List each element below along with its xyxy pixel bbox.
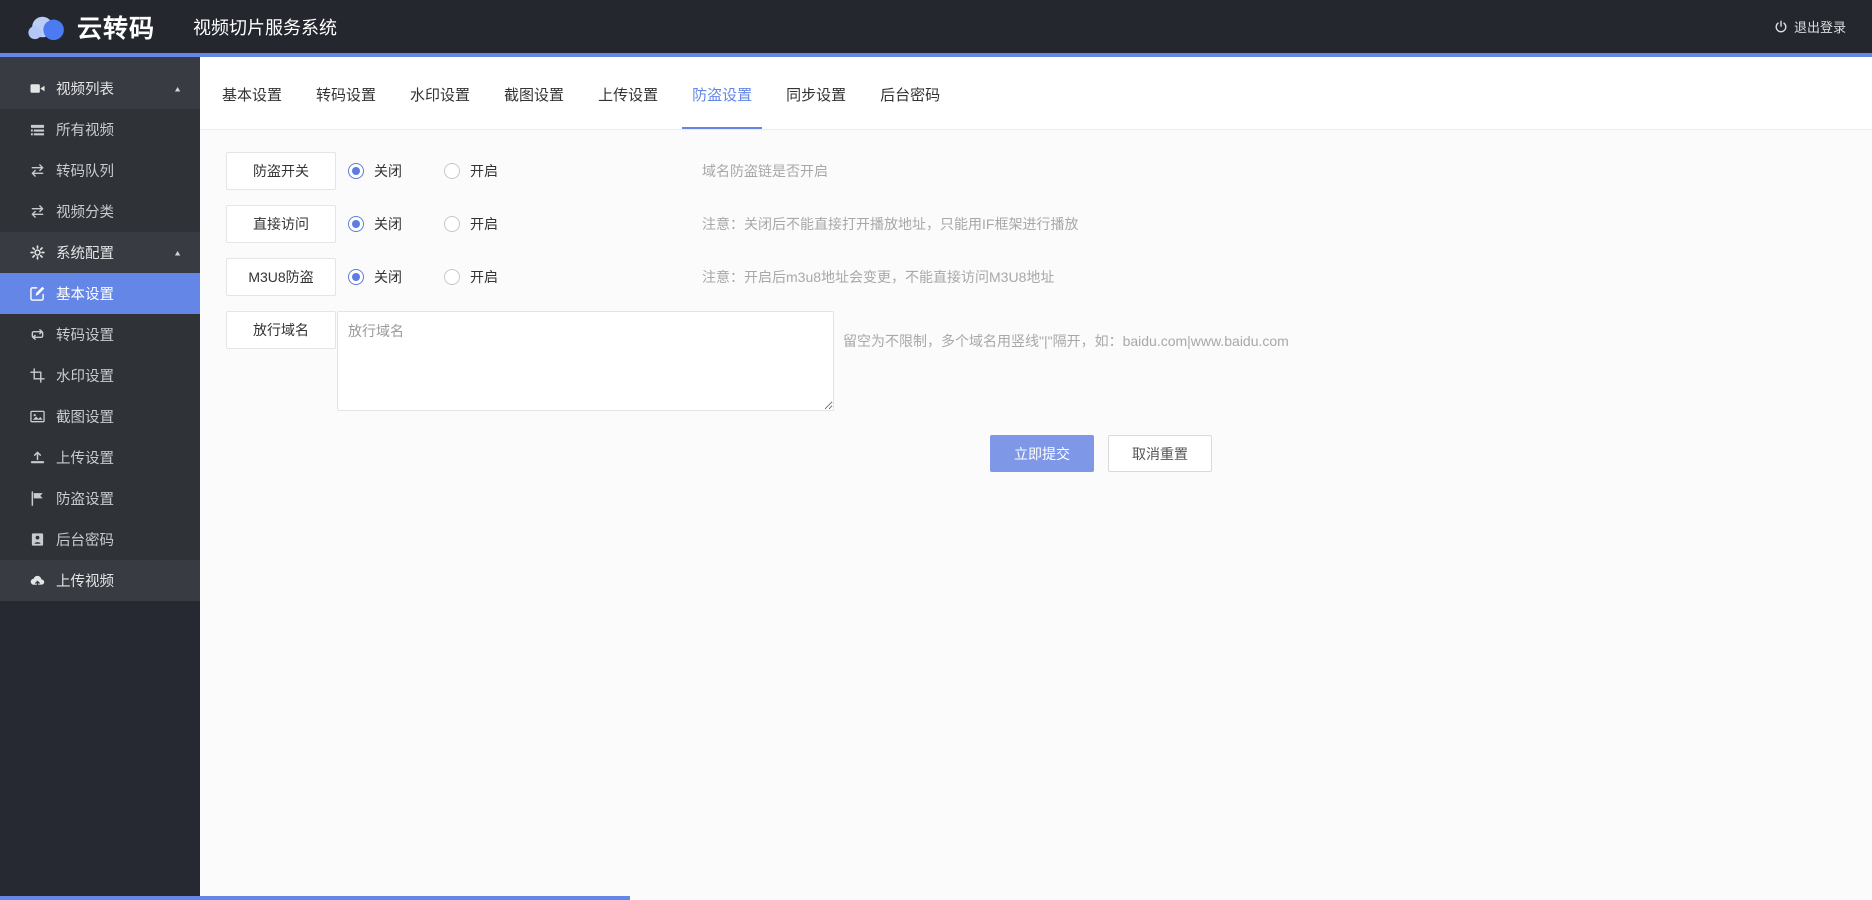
field-hint: 注意：关闭后不能直接打开播放地址，只能用IF框架进行播放 <box>702 216 1079 232</box>
row-antitheft-switch: 防盗开关 关闭 开启 域名防盗链是否开启 <box>226 152 1872 190</box>
sidebar-item-label: 所有视频 <box>56 123 114 139</box>
field-label: M3U8防盗 <box>226 258 336 296</box>
radio-label: 开启 <box>470 269 498 285</box>
sidebar-menu: 视频列表 ▲ 所有视频 转码队列 视频分类 系统配置 ▲ 基本设置 转码设置 水… <box>0 57 200 601</box>
sidebar-item-basic-settings[interactable]: 基本设置 <box>0 273 200 314</box>
sidebar-item-label: 基本设置 <box>56 287 114 303</box>
sidebar-item-label: 上传设置 <box>56 451 114 467</box>
sidebar-item-video-list[interactable]: 视频列表 ▲ <box>0 68 200 109</box>
radio-label: 关闭 <box>374 269 402 285</box>
radio-dot <box>444 163 460 179</box>
radio-antitheft-off[interactable]: 关闭 <box>348 161 402 181</box>
sidebar-item-label: 转码队列 <box>56 164 114 180</box>
tab-basic-settings[interactable]: 基本设置 <box>212 57 292 129</box>
sidebar-item-system-config[interactable]: 系统配置 ▲ <box>0 232 200 273</box>
flag-icon <box>30 491 45 506</box>
radio-antitheft-on[interactable]: 开启 <box>444 161 498 181</box>
gear-icon <box>30 245 45 260</box>
row-allowed-domains: 放行域名 留空为不限制，多个域名用竖线"|"隔开，如：baidu.com|www… <box>226 311 1872 411</box>
sidebar-item-label: 水印设置 <box>56 369 114 385</box>
chevron-up-icon: ▲ <box>173 84 182 93</box>
tab-screenshot-settings[interactable]: 截图设置 <box>494 57 574 129</box>
radio-label: 关闭 <box>374 216 402 232</box>
allowed-domains-textarea[interactable] <box>337 311 834 411</box>
exchange-icon <box>30 163 45 178</box>
form-actions: 立即提交 取消重置 <box>990 435 1872 472</box>
sidebar-item-transcode-settings[interactable]: 转码设置 <box>0 314 200 355</box>
row-m3u8-antitheft: M3U8防盗 关闭 开启 注意：开启后m3u8地址会变更，不能直接访问M3U8地… <box>226 258 1872 296</box>
field-hint: 域名防盗链是否开启 <box>702 163 828 179</box>
settings-tabstrip: 基本设置 转码设置 水印设置 截图设置 上传设置 防盗设置 同步设置 后台密码 <box>200 57 1872 130</box>
radio-dot <box>444 216 460 232</box>
cloud-upload-icon <box>30 573 45 588</box>
sidebar-item-label: 转码设置 <box>56 328 114 344</box>
sidebar-item-label: 截图设置 <box>56 410 114 426</box>
sidebar-item-label: 后台密码 <box>56 533 114 549</box>
field-label: 直接访问 <box>226 205 336 243</box>
chevron-up-icon: ▲ <box>173 248 182 257</box>
main-content: 基本设置 转码设置 水印设置 截图设置 上传设置 防盗设置 同步设置 后台密码 … <box>200 57 1872 900</box>
horizontal-scrollbar-thumb[interactable] <box>0 896 630 900</box>
sidebar-item-transcode-queue[interactable]: 转码队列 <box>0 150 200 191</box>
sidebar-item-label: 视频列表 <box>56 82 114 98</box>
top-header: 云转码 视频切片服务系统 退出登录 <box>0 0 1872 57</box>
power-icon <box>1774 20 1788 34</box>
sidebar-item-watermark-settings[interactable]: 水印设置 <box>0 355 200 396</box>
logo-text: 云转码 <box>77 14 156 43</box>
field-label: 防盗开关 <box>226 152 336 190</box>
row-direct-access: 直接访问 关闭 开启 注意：关闭后不能直接打开播放地址，只能用IF框架进行播放 <box>226 205 1872 243</box>
radio-label: 关闭 <box>374 163 402 179</box>
sidebar: 视频列表 ▲ 所有视频 转码队列 视频分类 系统配置 ▲ 基本设置 转码设置 水… <box>0 57 200 900</box>
sidebar-item-screenshot-settings[interactable]: 截图设置 <box>0 396 200 437</box>
sidebar-item-upload-video[interactable]: 上传视频 <box>0 560 200 601</box>
tab-upload-settings[interactable]: 上传设置 <box>588 57 668 129</box>
sidebar-item-admin-password[interactable]: 后台密码 <box>0 519 200 560</box>
radio-dot <box>348 163 364 179</box>
sidebar-item-upload-settings[interactable]: 上传设置 <box>0 437 200 478</box>
sidebar-item-video-category[interactable]: 视频分类 <box>0 191 200 232</box>
sidebar-item-antitheft-settings[interactable]: 防盗设置 <box>0 478 200 519</box>
retweet-icon <box>30 327 45 342</box>
field-hint: 注意：开启后m3u8地址会变更，不能直接访问M3U8地址 <box>702 269 1055 285</box>
idcard-icon <box>30 532 45 547</box>
image-icon <box>30 409 45 424</box>
field-hint: 留空为不限制，多个域名用竖线"|"隔开，如：baidu.com|www.baid… <box>843 333 1289 349</box>
crop-icon <box>30 368 45 383</box>
video-camera-icon <box>30 81 45 96</box>
edit-icon <box>30 286 45 301</box>
sidebar-item-label: 上传视频 <box>56 574 114 590</box>
tab-transcode-settings[interactable]: 转码设置 <box>306 57 386 129</box>
radio-m3u8-off[interactable]: 关闭 <box>348 267 402 287</box>
cloud-logo-icon <box>28 13 68 41</box>
page-title: 视频切片服务系统 <box>193 17 338 38</box>
sidebar-item-label: 视频分类 <box>56 205 114 221</box>
sidebar-item-label: 系统配置 <box>56 246 114 262</box>
radio-dot <box>348 269 364 285</box>
tab-antitheft-settings[interactable]: 防盗设置 <box>682 57 763 129</box>
upload-icon <box>30 450 45 465</box>
tab-watermark-settings[interactable]: 水印设置 <box>400 57 480 129</box>
sidebar-item-all-videos[interactable]: 所有视频 <box>0 109 200 150</box>
radio-direct-access-off[interactable]: 关闭 <box>348 214 402 234</box>
radio-dot <box>348 216 364 232</box>
submit-button[interactable]: 立即提交 <box>990 435 1094 472</box>
logout-label: 退出登录 <box>1793 20 1846 35</box>
radio-m3u8-on[interactable]: 开启 <box>444 267 498 287</box>
list-icon <box>30 122 45 137</box>
radio-direct-access-on[interactable]: 开启 <box>444 214 498 234</box>
exchange-icon <box>30 204 45 219</box>
app-logo: 云转码 <box>28 9 155 45</box>
reset-button[interactable]: 取消重置 <box>1108 435 1212 472</box>
radio-label: 开启 <box>470 216 498 232</box>
field-label: 放行域名 <box>226 311 336 349</box>
tab-admin-password[interactable]: 后台密码 <box>870 57 950 129</box>
antitheft-settings-form: 防盗开关 关闭 开启 域名防盗链是否开启 直接访问 关闭 开启 注意：关闭后不能… <box>200 130 1872 472</box>
radio-label: 开启 <box>470 163 498 179</box>
tab-sync-settings[interactable]: 同步设置 <box>776 57 856 129</box>
logout-button[interactable]: 退出登录 <box>1774 17 1846 36</box>
sidebar-item-label: 防盗设置 <box>56 492 114 508</box>
radio-dot <box>444 269 460 285</box>
